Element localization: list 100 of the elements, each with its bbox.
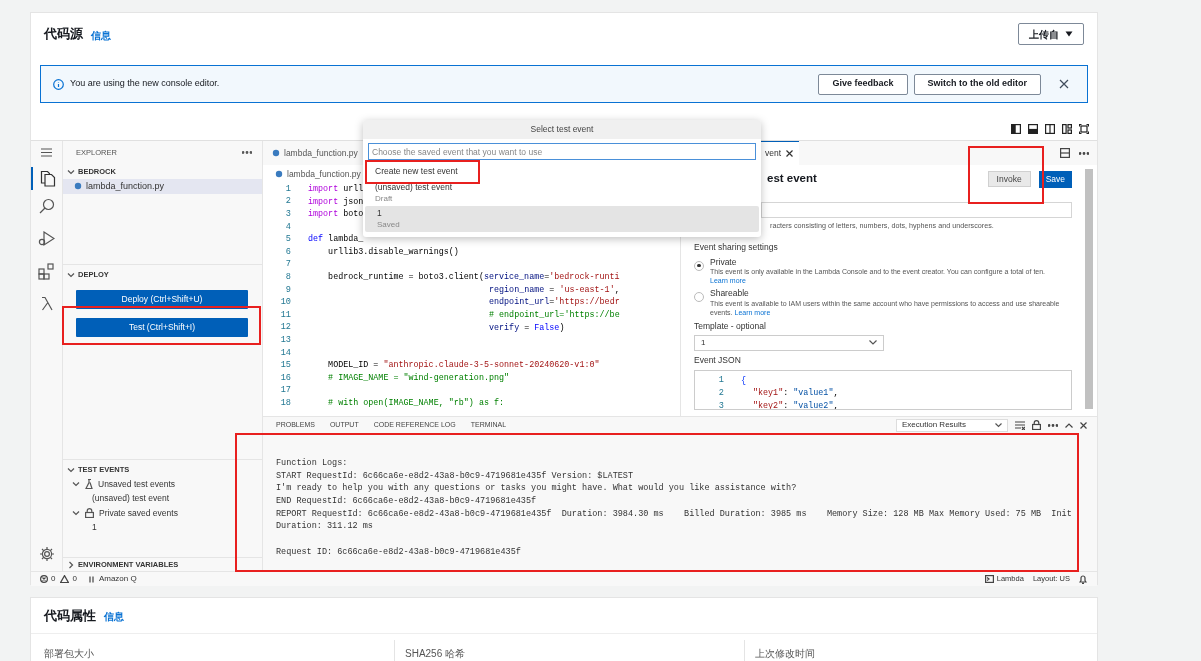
property-label: 上次修改时间 — [755, 648, 815, 659]
line-number: 7 — [284, 258, 291, 272]
code-line: # with open(IMAGE_NAME, "rb") as f: — [327, 397, 504, 410]
event-search-field[interactable]: Choose the saved event that you want to use — [368, 143, 756, 160]
line-number: 15 — [279, 359, 291, 373]
line-number: 14 — [279, 346, 291, 360]
warning-icon[interactable] — [60, 575, 70, 583]
line-number: 13 — [279, 334, 291, 347]
files-icon[interactable] — [39, 170, 56, 187]
status-item[interactable]: Amazon Q — [98, 573, 137, 585]
radio-label: Private — [710, 255, 738, 269]
primary-sidebar-icon[interactable] — [1011, 124, 1021, 134]
file-item[interactable]: lambda_function.py — [63, 178, 262, 194]
dropdown-item[interactable]: (unsaved) test event Draft — [363, 180, 761, 206]
test-button[interactable]: Test (Ctrl+Shift+I) — [76, 317, 248, 337]
tree-item[interactable]: Unsaved test events — [98, 477, 175, 491]
clear-output-icon[interactable] — [1015, 420, 1025, 430]
line-number: 8 — [284, 271, 291, 284]
invoke-button[interactable]: Invoke — [987, 171, 1031, 187]
python-file-icon — [272, 149, 280, 157]
more-icon[interactable] — [242, 151, 252, 155]
event-name-field[interactable] — [761, 202, 1072, 218]
settings-icon[interactable] — [38, 546, 55, 562]
scrollbar[interactable] — [1085, 169, 1093, 409]
log-line: Request ID: 6c66ca6e-e8d2-43a8-b0c9-4719681e435f — [276, 545, 522, 559]
chevron-down-icon[interactable] — [67, 167, 75, 176]
code-line: verify = False) — [489, 321, 565, 335]
field-label: Event JSON — [694, 353, 742, 367]
field-label: Template - optional — [694, 320, 767, 333]
close-icon[interactable] — [1080, 421, 1087, 429]
upload-dropdown-button[interactable]: 上传自 — [1018, 23, 1084, 45]
radio-label: Shareable — [710, 287, 750, 301]
log-line: END RequestId: 6c66ca6e-e8d2-43a8-b0c9-4719681e435f — [276, 495, 538, 508]
code-line: # endpoint_url='https://be — [489, 308, 620, 322]
chevron-down-icon — [995, 422, 1002, 428]
chevron-right-icon[interactable] — [67, 560, 75, 569]
warning-count[interactable]: 0 — [72, 573, 77, 585]
line-number: 6 — [284, 245, 291, 259]
breadcrumb[interactable]: lambda_function.py — [287, 167, 361, 181]
info-link[interactable]: 信息 — [104, 609, 124, 624]
more-icon[interactable] — [1079, 151, 1089, 155]
chevron-up-icon[interactable] — [1065, 422, 1073, 428]
panel-layout-icon[interactable] — [1028, 124, 1038, 134]
line-number: 16 — [279, 371, 291, 385]
tree-item[interactable]: 1 — [92, 521, 97, 535]
log-line: I'm ready to help you with any questions or tasks you might have. What would you like assistance with? — [276, 482, 798, 496]
field-label: Event sharing settings — [694, 240, 779, 254]
save-button[interactable]: Save — [1038, 170, 1072, 188]
info-link[interactable]: 信息 — [91, 27, 111, 43]
split-layout-icon[interactable] — [1045, 124, 1055, 134]
channel-select[interactable]: Execution Results — [896, 418, 1008, 432]
full-screen-icon[interactable] — [1079, 124, 1089, 134]
dropdown-item[interactable]: Create new test event — [363, 163, 761, 180]
split-editor-icon[interactable] — [1060, 148, 1070, 158]
error-count[interactable]: 0 — [51, 573, 56, 585]
line-number: 3 — [284, 208, 291, 221]
json-editor[interactable]: 1 { 2 "key1": "value1", 3 "key2": "value2", — [694, 369, 1072, 410]
panel-title: 代码源 — [44, 25, 83, 44]
dropdown-item[interactable]: 1 Saved — [365, 206, 759, 232]
close-icon[interactable] — [1059, 79, 1069, 89]
banner-message: You are using the new console editor. — [70, 77, 220, 91]
code-line: MODEL_ID = "anthropic.claude-3-5-sonnet-20240620-v1:0" — [327, 359, 600, 372]
banner-button[interactable]: Switch to the old editor — [913, 73, 1041, 95]
line-number: 4 — [284, 220, 291, 234]
log-line: Function Logs: — [276, 457, 349, 470]
property-label: SHA256 哈希 — [405, 648, 466, 659]
bell-icon[interactable] — [1079, 574, 1087, 584]
more-icon[interactable] — [1048, 423, 1058, 427]
property-label: 部署包大小 — [44, 648, 94, 659]
close-icon[interactable] — [786, 150, 794, 157]
line-number: 1 — [284, 182, 291, 196]
line-number: 2 — [284, 195, 291, 209]
chevron-down-icon — [869, 340, 877, 346]
tree-item[interactable]: Private saved events — [99, 506, 178, 520]
lock-icon[interactable] — [1032, 420, 1041, 430]
json-line: "key1": "value1", — [753, 387, 839, 400]
customize-layout-icon[interactable] — [1062, 124, 1072, 134]
pause-icon — [88, 575, 94, 583]
line-number: 18 — [279, 396, 291, 410]
chevron-down-icon[interactable] — [67, 270, 75, 279]
line-number: 11 — [279, 308, 291, 322]
code-line: # IMAGE_NAME = "wind-generation.png" — [327, 371, 510, 385]
menu-icon[interactable] — [41, 148, 52, 157]
chevron-down-icon[interactable] — [67, 465, 75, 474]
template-select[interactable]: 1 — [694, 334, 884, 351]
code-line: def lambda_ — [308, 233, 364, 246]
lambda-icon[interactable] — [39, 296, 54, 311]
code-line: import urll — [308, 183, 364, 196]
chevron-down-icon[interactable] — [72, 509, 80, 518]
form-heading: est event — [767, 171, 817, 187]
json-line: { — [741, 374, 747, 388]
python-file-icon — [275, 170, 283, 178]
extensions-icon[interactable] — [38, 263, 55, 280]
error-icon[interactable] — [40, 575, 48, 583]
banner-button[interactable]: Give feedback — [818, 73, 908, 95]
chevron-down-icon[interactable] — [72, 480, 80, 489]
tree-item[interactable]: (unsaved) test event — [92, 492, 169, 506]
run-debug-icon[interactable] — [38, 230, 55, 247]
line-number: 5 — [284, 233, 291, 247]
search-icon[interactable] — [38, 198, 55, 214]
